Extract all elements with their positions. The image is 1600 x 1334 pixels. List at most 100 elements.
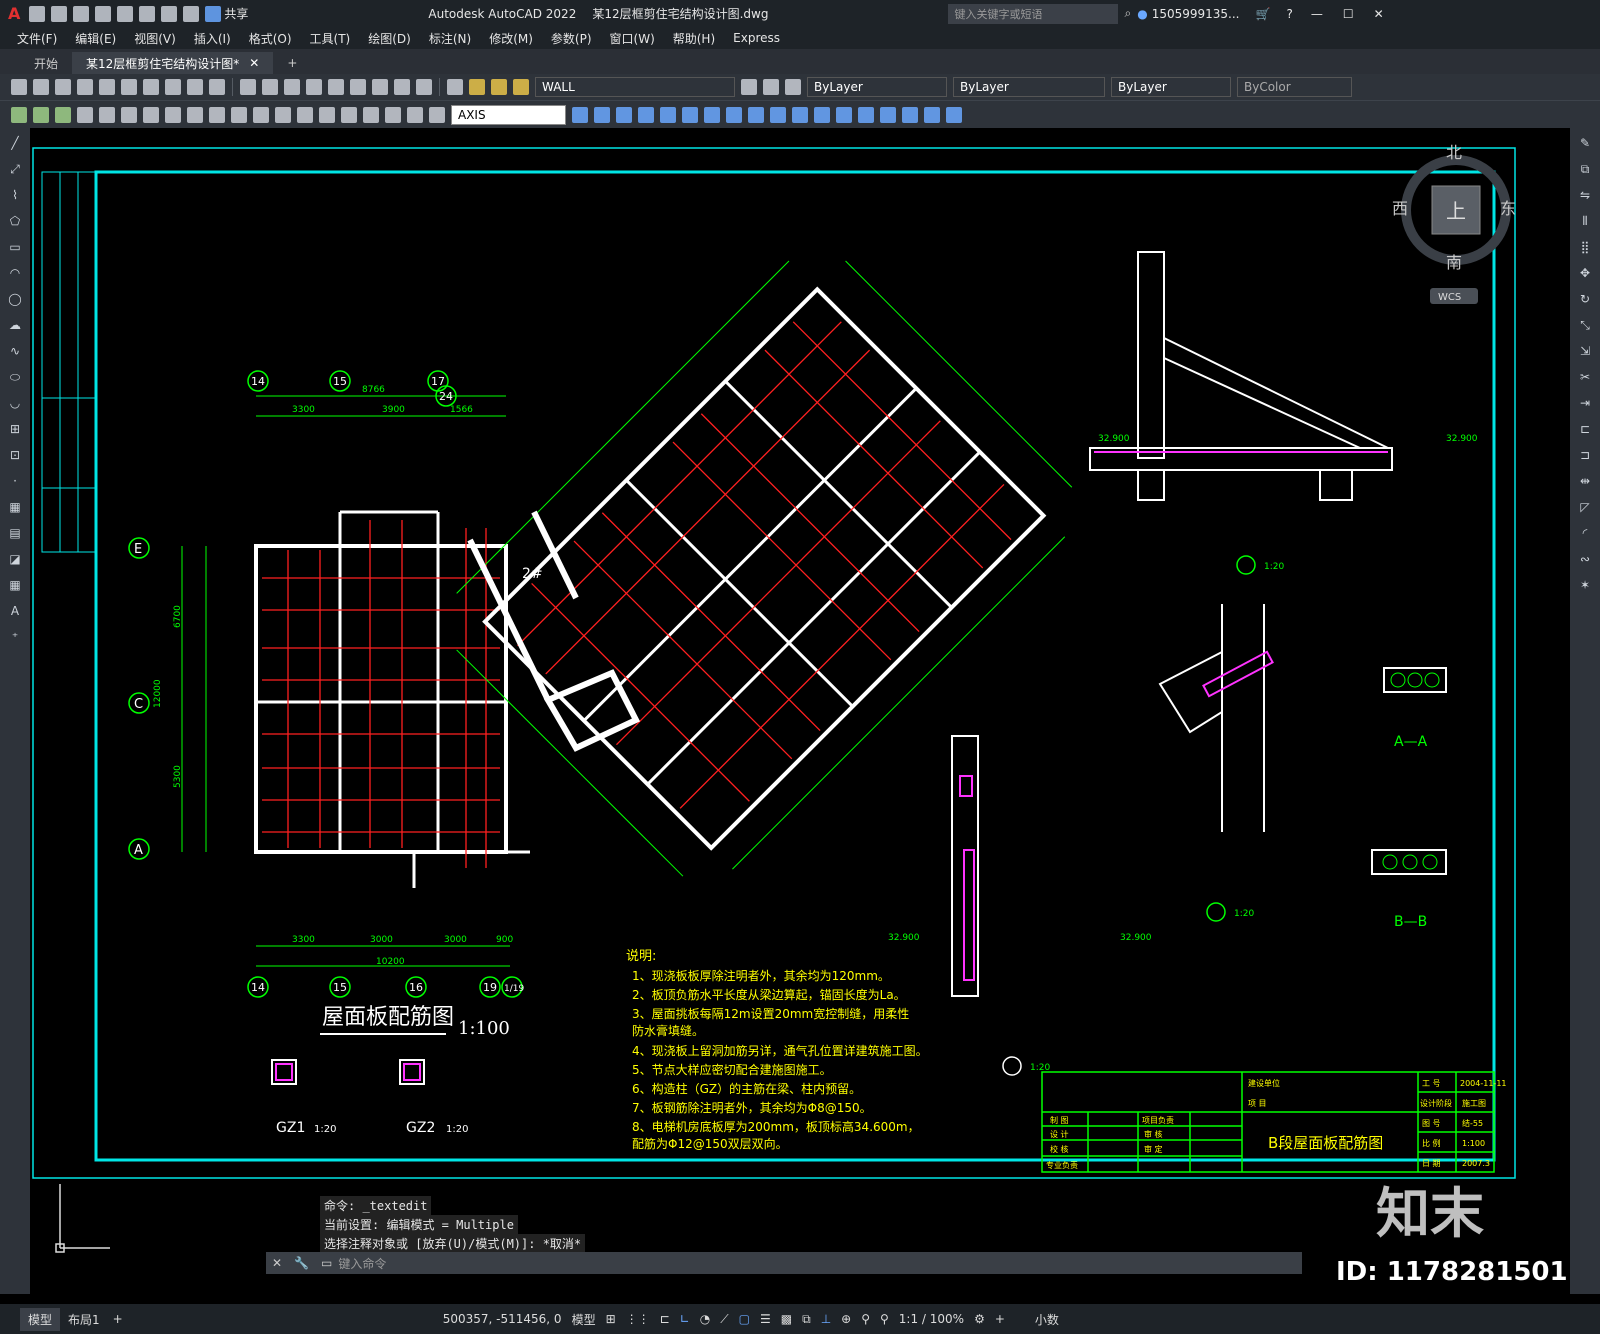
dim-baseline-icon[interactable] [209,106,225,123]
dimstyle-dropdown[interactable]: AXIS [451,104,566,125]
share-icon[interactable] [205,5,222,22]
dim-radius-icon[interactable] [99,106,115,123]
layer-on-icon[interactable] [469,79,485,95]
sheet-set-icon[interactable] [372,79,388,95]
viewcube-south[interactable]: 南 [1446,253,1462,272]
layer-manager-icon[interactable] [447,79,463,95]
viewcube-west[interactable]: 西 [1392,199,1408,218]
cut-icon[interactable] [121,79,137,95]
dim-linear-icon[interactable] [11,106,27,123]
break-icon[interactable]: ⊐ [1574,444,1596,466]
dim-update-icon[interactable] [429,106,445,123]
workspace-icon[interactable]: ⚙ [969,1312,990,1326]
polar-icon[interactable]: ◔ [695,1312,715,1326]
explode-icon[interactable] [902,106,918,123]
mirror-icon[interactable]: ⇋ [1574,184,1596,206]
menu-item[interactable]: 格式(O) [240,30,301,47]
help-icon[interactable]: ? [1286,7,1292,21]
blend-icon[interactable]: ∾ [1574,548,1596,570]
share-button[interactable]: 共享 [224,5,248,22]
dim-aligned-icon[interactable] [33,106,49,123]
move-icon[interactable] [682,106,698,123]
osnap-icon[interactable]: ▢ [734,1312,755,1326]
arc-icon[interactable]: ◠ [4,262,26,284]
units-dropdown[interactable]: 小数 [1030,1311,1064,1328]
polygon-icon[interactable]: ⬠ [4,210,26,232]
scale-icon[interactable] [726,106,742,123]
publish-icon[interactable] [117,5,134,22]
close-icon[interactable]: ✕ [1374,7,1384,21]
model-space-button[interactable]: 模型 [567,1311,601,1328]
region-icon[interactable]: ◪ [4,548,26,570]
ortho-icon[interactable]: ∟ [675,1312,695,1326]
offset-icon[interactable] [638,106,654,123]
revcloud-icon[interactable]: ☁ [4,314,26,336]
plot-icon[interactable] [77,79,93,95]
redo-icon[interactable] [209,79,225,95]
viewcube-east[interactable]: 东 [1500,199,1516,218]
open-icon[interactable] [33,79,49,95]
properties-icon[interactable] [306,79,322,95]
dim-angular-icon[interactable] [165,106,181,123]
table-icon[interactable]: ▦ [4,574,26,596]
gradient-icon[interactable]: ▤ [4,522,26,544]
make-block-icon[interactable]: ⊡ [4,444,26,466]
autoscale-icon[interactable]: ⚲ [875,1312,894,1326]
break-icon[interactable] [814,106,830,123]
dim-break-icon[interactable] [275,106,291,123]
viewcube-top[interactable]: 上 [1446,199,1466,223]
fillet-icon[interactable] [880,106,896,123]
new-tab-button[interactable]: + [273,52,312,74]
menu-item[interactable]: 视图(V) [125,30,185,47]
user-icon[interactable]: ● [1137,7,1147,21]
tolerance-icon[interactable] [297,106,313,123]
open-icon[interactable] [51,5,68,22]
command-input[interactable]: 键入命令 [338,1255,1302,1272]
layer-previous-icon[interactable] [741,79,757,95]
undo-icon[interactable] [187,79,203,95]
selection-cycling-icon[interactable]: ⧉ [797,1312,816,1327]
dim-continue-icon[interactable] [231,106,247,123]
dim-space-icon[interactable] [253,106,269,123]
extend-icon[interactable]: ⇥ [1574,392,1596,414]
mirror-icon[interactable] [616,106,632,123]
new-icon[interactable] [29,5,46,22]
menu-item[interactable]: 帮助(H) [664,30,724,47]
plot-icon[interactable] [139,5,156,22]
menu-item[interactable]: 绘图(D) [359,30,420,47]
add-layout-icon[interactable]: + [108,1312,128,1326]
plotstyle-dropdown[interactable]: ByColor [1237,77,1352,97]
tab-start[interactable]: 开始 [20,52,73,74]
jogged-linear-icon[interactable] [363,106,379,123]
new-icon[interactable] [11,79,27,95]
erase-icon[interactable]: ✎ [1574,132,1596,154]
circle-icon[interactable]: ◯ [4,288,26,310]
layer-dropdown[interactable]: WALL [535,77,735,97]
trim-icon[interactable] [770,106,786,123]
block-icon[interactable] [924,106,940,123]
linetype-dropdown[interactable]: ByLayer [953,77,1105,97]
join-icon[interactable]: ⇹ [1574,470,1596,492]
dim-arc-icon[interactable] [55,106,71,123]
chamfer-icon[interactable]: ◸ [1574,496,1596,518]
rectangle-icon[interactable]: ▭ [4,236,26,258]
lineweight-icon[interactable]: ☰ [755,1312,776,1326]
stretch-icon[interactable] [748,106,764,123]
lineweight-dropdown[interactable]: ByLayer [1111,77,1231,97]
tool-palette-icon[interactable] [350,79,366,95]
menu-item[interactable]: 标注(N) [420,30,480,47]
polyline-icon[interactable]: ⌇ [4,184,26,206]
design-center-icon[interactable] [328,79,344,95]
menu-item[interactable]: Express [724,31,789,45]
copy-icon[interactable] [143,79,159,95]
tab-layout1[interactable]: 布局1 [60,1308,108,1331]
scale-icon[interactable]: ⤡ [1574,314,1596,336]
search-icon[interactable]: ⌕ [1124,6,1131,21]
menu-item[interactable]: 插入(I) [185,30,240,47]
join-icon[interactable] [836,106,852,123]
infer-icon[interactable]: ⊏ [655,1312,675,1326]
chamfer-icon[interactable] [858,106,874,123]
snap-icon[interactable]: ⋮⋮ [621,1312,655,1326]
viewcube[interactable]: 上 北 南 西 东 WCS [1392,143,1516,304]
cart-icon[interactable]: 🛒 [1255,7,1270,21]
